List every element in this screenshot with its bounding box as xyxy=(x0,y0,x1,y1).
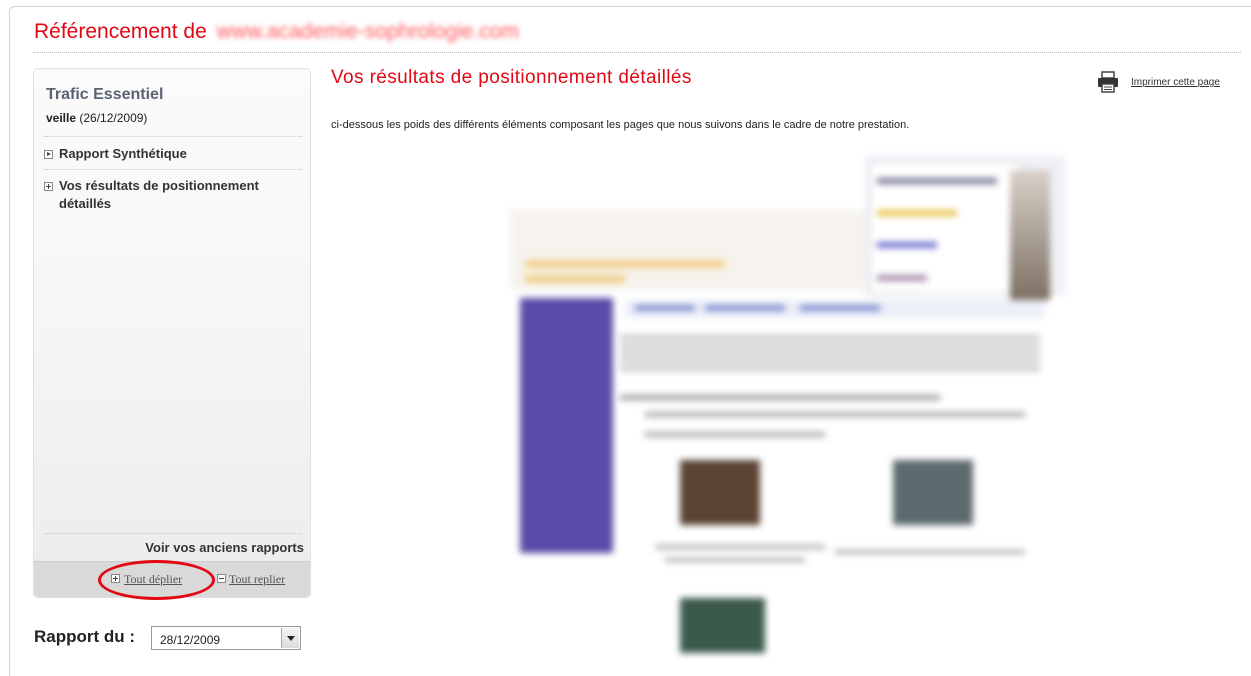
sidebar-item-label: Vos résultats de positionnement détaillé… xyxy=(59,178,259,211)
expand-all-link[interactable]: Tout déplier xyxy=(124,572,182,587)
sidebar-divider xyxy=(44,533,302,534)
veille-date: (26/12/2009) xyxy=(79,111,148,125)
site-url: www.academie-sophrologie.com xyxy=(216,20,519,43)
sidebar-title: Trafic Essentiel xyxy=(46,86,164,103)
sidebar-item-rapport-synthetique[interactable]: Rapport Synthétique xyxy=(44,145,187,163)
report-date-label: Rapport du : xyxy=(34,627,136,646)
expand-all-icon xyxy=(111,574,120,583)
printer-icon[interactable] xyxy=(1096,70,1120,94)
sidebar: Trafic Essentiel veille (26/12/2009) Rap… xyxy=(33,68,311,598)
page-title-prefix: Référencement de xyxy=(34,20,207,43)
sidebar-footer: Tout déplier Tout replier xyxy=(34,561,310,597)
report-date-select[interactable]: 28/12/2009 xyxy=(151,626,301,650)
sidebar-divider xyxy=(44,169,302,170)
collapse-all-icon xyxy=(217,574,226,583)
sidebar-item-resultats-positionnement[interactable]: Vos résultats de positionnement détaillé… xyxy=(44,177,294,213)
veille-label: veille xyxy=(46,111,77,125)
sidebar-item-label: Rapport Synthétique xyxy=(59,146,187,161)
old-reports-link[interactable]: Voir vos anciens rapports xyxy=(145,540,304,555)
main-description: ci-dessous les poids des différents élém… xyxy=(331,119,910,131)
website-preview-image xyxy=(505,150,1065,655)
dropdown-arrow-icon[interactable] xyxy=(281,628,299,648)
sidebar-divider xyxy=(44,136,302,137)
collapse-all-link[interactable]: Tout replier xyxy=(229,572,285,587)
print-page-link[interactable]: Imprimer cette page xyxy=(1131,77,1220,88)
page-title: Référencement de www.academie-sophrologi… xyxy=(34,20,519,44)
main-title: Vos résultats de positionnement détaillé… xyxy=(331,67,692,88)
expand-arrow-icon xyxy=(44,150,53,159)
title-divider xyxy=(33,52,1241,53)
veille-info: veille (26/12/2009) xyxy=(46,111,147,125)
report-date-value: 28/12/2009 xyxy=(160,633,221,647)
expand-plus-icon xyxy=(44,182,53,191)
